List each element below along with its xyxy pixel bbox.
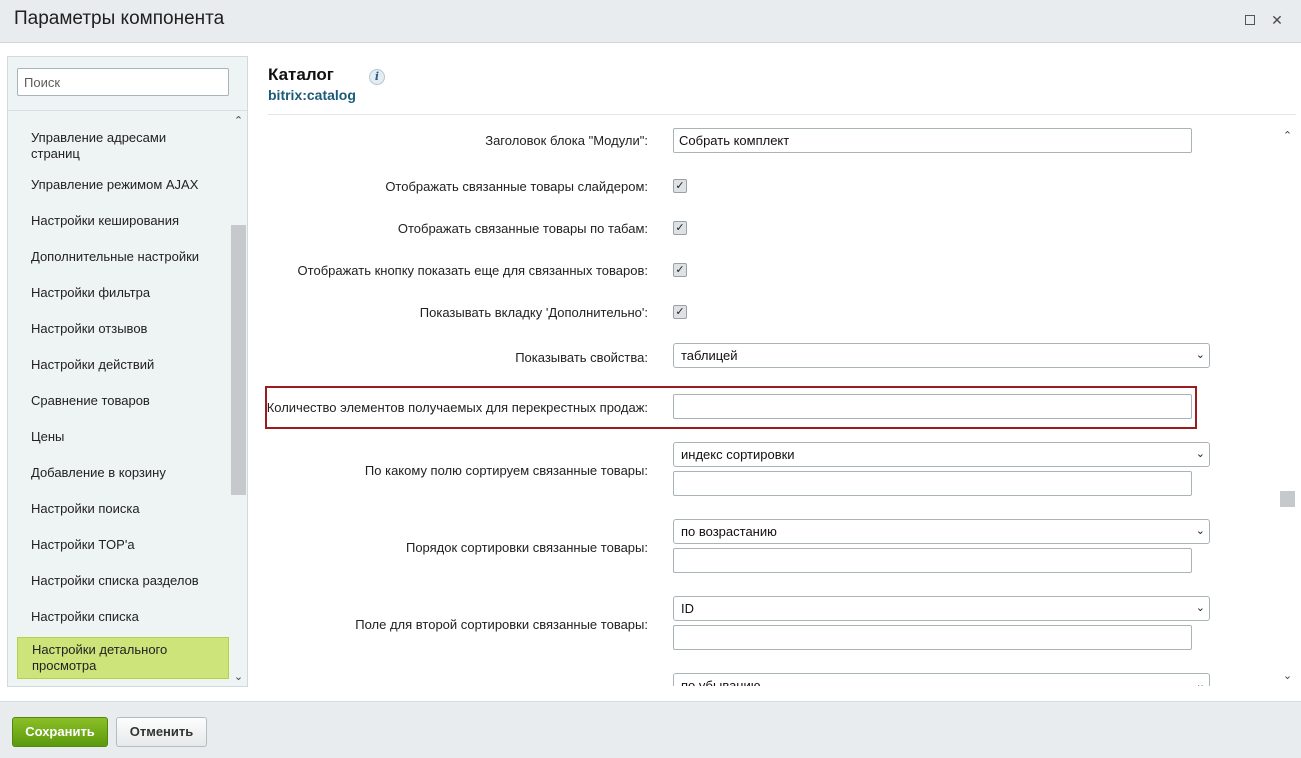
sort-order-custom-input[interactable] — [673, 548, 1192, 573]
component-code: bitrix:catalog — [268, 87, 356, 103]
sort-field-custom-input[interactable] — [673, 471, 1192, 496]
close-icon[interactable]: ✕ — [1268, 11, 1286, 29]
sort-field-select[interactable]: индекс сортировки ⌄ — [673, 442, 1210, 467]
maximize-icon[interactable] — [1241, 11, 1259, 29]
sidebar-item-ajax-mode[interactable]: Управление режимом AJAX — [17, 177, 229, 193]
search-input[interactable] — [17, 68, 229, 96]
info-icon[interactable]: i — [369, 69, 385, 85]
scrollbar-thumb[interactable] — [231, 225, 246, 495]
sections-sidebar: Управление адресами страниц Управление р… — [7, 56, 248, 687]
sidebar-item-actions[interactable]: Настройки действий — [17, 357, 229, 373]
scroll-down-icon[interactable]: ⌄ — [1279, 668, 1296, 684]
sort-order-select[interactable]: по возрастанию ⌄ — [673, 519, 1210, 544]
sidebar-item-caching[interactable]: Настройки кеширования — [17, 213, 229, 229]
chevron-down-icon: ⌄ — [1195, 602, 1205, 614]
sidebar-item-add-to-cart[interactable]: Добавление в корзину — [17, 465, 229, 481]
sidebar-scrollbar[interactable]: ⌃ ⌄ — [230, 113, 247, 686]
scroll-up-icon[interactable]: ⌃ — [1279, 128, 1296, 144]
show-more-checkbox[interactable]: ✓ — [673, 263, 687, 277]
sort-order-label: Порядок сортировки связанные товары: — [405, 540, 648, 555]
search-area — [8, 57, 247, 111]
show-props-select[interactable]: таблицей ⌄ — [673, 343, 1210, 368]
dialog-title: Параметры компонента — [14, 8, 225, 29]
modules-title-input[interactable]: Собрать комплект — [673, 128, 1192, 153]
sort-order-value: по возрастанию — [681, 524, 777, 539]
save-button[interactable]: Сохранить — [12, 717, 108, 747]
cancel-button[interactable]: Отменить — [116, 717, 207, 747]
modules-title-label: Заголовок блока "Модули": — [485, 133, 648, 148]
chevron-down-icon: ⌄ — [1195, 349, 1205, 361]
sort-field-value: индекс сортировки — [681, 447, 795, 462]
cross-count-label: Количество элементов получаемых для пере… — [266, 400, 648, 415]
tabs-label: Отображать связанные товары по табам: — [397, 221, 648, 236]
sidebar-item-compare[interactable]: Сравнение товаров — [17, 393, 229, 409]
sidebar-item-prices[interactable]: Цены — [17, 429, 229, 445]
sidebar-item-top[interactable]: Настройки TOP'а — [17, 537, 229, 553]
chevron-down-icon: ⌄ — [1195, 448, 1205, 460]
sort-field2-select[interactable]: ID ⌄ — [673, 596, 1210, 621]
sidebar-item-url-management[interactable]: Управление адресами страниц — [17, 130, 229, 162]
header-divider — [268, 114, 1296, 115]
scroll-up-icon[interactable]: ⌃ — [230, 113, 247, 129]
tabs-checkbox[interactable]: ✓ — [673, 221, 687, 235]
show-more-label: Отображать кнопку показать еще для связа… — [297, 263, 648, 278]
chevron-down-icon: ⌄ — [1195, 679, 1205, 686]
sidebar-nav-list: Управление адресами страниц Управление р… — [17, 113, 229, 688]
cross-count-input[interactable] — [673, 394, 1192, 419]
dialog-footer: Сохранить Отменить — [0, 701, 1301, 758]
component-title: Каталог — [268, 65, 334, 84]
chevron-down-icon: ⌄ — [1195, 525, 1205, 537]
scrollbar-thumb[interactable] — [1280, 491, 1295, 507]
slider-label: Отображать связанные товары слайдером: — [385, 179, 648, 194]
dialog-titlebar: Параметры компонента ✕ — [0, 0, 1301, 43]
sort-field-label: По какому полю сортируем связанные товар… — [364, 463, 648, 478]
sort-field2-value: ID — [681, 601, 694, 616]
settings-form: Заголовок блока "Модули": Собрать компле… — [262, 126, 1278, 686]
sidebar-item-list[interactable]: Настройки списка — [17, 609, 229, 625]
additional-tab-checkbox[interactable]: ✓ — [673, 305, 687, 319]
content-scrollbar[interactable]: ⌃ ⌄ — [1279, 128, 1296, 686]
sidebar-item-search[interactable]: Настройки поиска — [17, 501, 229, 517]
show-props-value: таблицей — [681, 348, 738, 363]
sidebar-item-section-list[interactable]: Настройки списка разделов — [17, 573, 229, 589]
slider-checkbox[interactable]: ✓ — [673, 179, 687, 193]
sort-order2-select[interactable]: по убыванию ⌄ — [673, 673, 1210, 686]
sort-field2-label: Поле для второй сортировки связанные тов… — [355, 617, 648, 632]
sidebar-item-filter[interactable]: Настройки фильтра — [17, 285, 229, 301]
additional-tab-label: Показывать вкладку 'Дополнительно': — [419, 305, 648, 320]
sort-order2-value: по убыванию — [681, 678, 761, 686]
sort-field2-custom-input[interactable] — [673, 625, 1192, 650]
scroll-down-icon[interactable]: ⌄ — [230, 669, 247, 685]
sidebar-item-additional[interactable]: Дополнительные настройки — [17, 249, 229, 265]
show-props-label: Показывать свойства: — [515, 350, 648, 365]
sidebar-item-detail-view[interactable]: Настройки детального просмотра — [17, 637, 229, 679]
sidebar-item-reviews[interactable]: Настройки отзывов — [17, 321, 229, 337]
